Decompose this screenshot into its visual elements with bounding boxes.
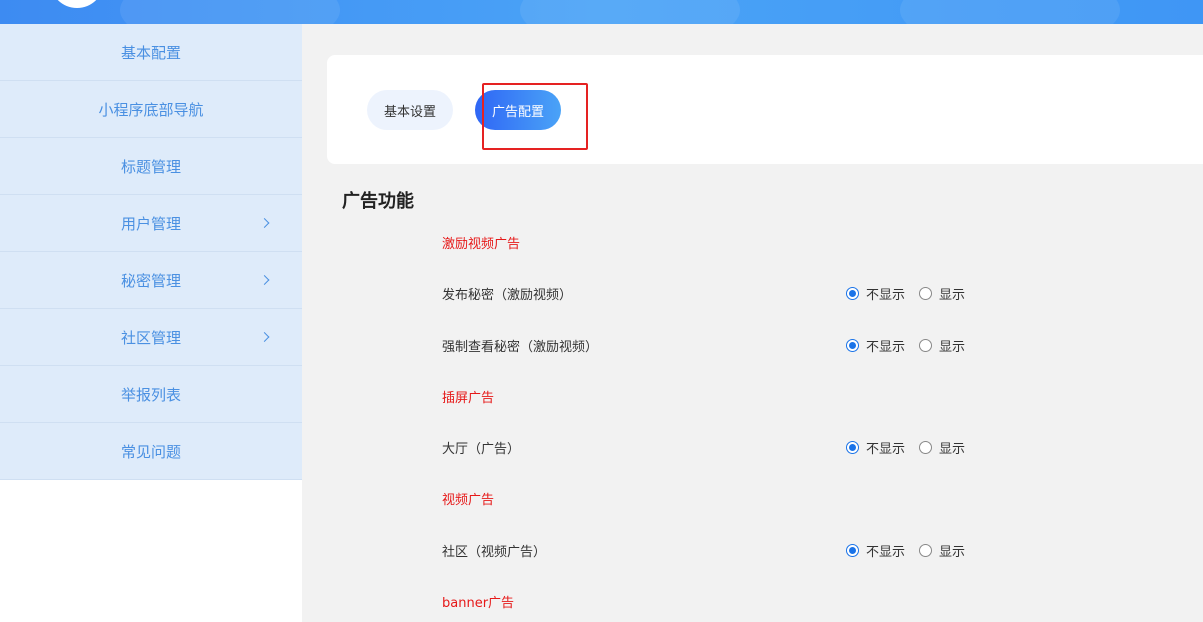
setting-label: 大厅（广告） bbox=[442, 442, 521, 457]
radio-hide[interactable]: 不显示 bbox=[846, 284, 905, 303]
radio-show[interactable]: 显示 bbox=[919, 336, 965, 355]
radio-unchecked-icon[interactable] bbox=[919, 339, 933, 352]
sidebar-item-community-management[interactable]: 社区管理 bbox=[0, 309, 302, 366]
radio-group: 不显示 显示 bbox=[846, 541, 979, 560]
radio-group: 不显示 显示 bbox=[846, 284, 979, 303]
sidebar-item-label: 用户管理 bbox=[120, 214, 181, 233]
radio-unchecked-icon[interactable] bbox=[919, 544, 933, 557]
main-content: 基本设置 广告配置 广告功能 激励视频广告 发布秘密（激励视频） 不显示 显示 … bbox=[302, 24, 1203, 622]
sidebar-item-user-management[interactable]: 用户管理 bbox=[0, 195, 302, 252]
header-decoration bbox=[120, 0, 340, 24]
radio-group: 不显示 显示 bbox=[846, 438, 979, 457]
tab-card: 基本设置 广告配置 bbox=[327, 55, 1203, 164]
setting-label: 社区（视频广告） bbox=[442, 545, 547, 560]
radio-hide[interactable]: 不显示 bbox=[846, 438, 905, 457]
chevron-right-icon bbox=[259, 332, 270, 342]
sidebar-item-faq[interactable]: 常见问题 bbox=[0, 423, 302, 480]
sidebar: 基本配置 小程序底部导航 标题管理 用户管理 秘密管理 社区管理 举报列表 常见… bbox=[0, 24, 302, 622]
sidebar-item-title-management[interactable]: 标题管理 bbox=[0, 138, 302, 195]
radio-label: 不显示 bbox=[866, 545, 906, 560]
radio-label: 显示 bbox=[939, 442, 966, 457]
radio-show[interactable]: 显示 bbox=[919, 541, 965, 560]
chevron-right-icon bbox=[259, 275, 270, 285]
radio-label: 显示 bbox=[939, 288, 966, 303]
sidebar-item-basic-config[interactable]: 基本配置 bbox=[0, 24, 302, 81]
radio-checked-icon[interactable] bbox=[846, 544, 859, 557]
tab-basic-settings[interactable]: 基本设置 bbox=[367, 90, 453, 130]
sidebar-item-label: 小程序底部导航 bbox=[98, 100, 204, 119]
radio-label: 显示 bbox=[939, 545, 966, 560]
radio-checked-icon[interactable] bbox=[846, 441, 859, 454]
radio-checked-icon[interactable] bbox=[846, 339, 859, 352]
radio-show[interactable]: 显示 bbox=[919, 284, 965, 303]
radio-group: 不显示 显示 bbox=[846, 336, 979, 355]
sidebar-item-label: 秘密管理 bbox=[120, 271, 181, 290]
group-title-interstitial: 插屏广告 bbox=[442, 391, 495, 406]
sidebar-item-label: 社区管理 bbox=[120, 328, 181, 347]
setting-label: 发布秘密（激励视频） bbox=[442, 288, 573, 303]
group-title-rewarded-video: 激励视频广告 bbox=[442, 237, 521, 252]
group-title-video-ad: 视频广告 bbox=[442, 493, 495, 508]
radio-label: 不显示 bbox=[866, 340, 906, 355]
chevron-right-icon bbox=[259, 218, 270, 228]
section-title: 广告功能 bbox=[342, 191, 414, 212]
radio-show[interactable]: 显示 bbox=[919, 438, 965, 457]
sidebar-item-label: 举报列表 bbox=[120, 385, 181, 404]
sidebar-item-label: 标题管理 bbox=[120, 157, 181, 176]
sidebar-item-label: 基本配置 bbox=[120, 43, 181, 62]
radio-hide[interactable]: 不显示 bbox=[846, 541, 905, 560]
radio-checked-icon[interactable] bbox=[846, 287, 859, 300]
radio-label: 不显示 bbox=[866, 442, 906, 457]
radio-label: 显示 bbox=[939, 340, 966, 355]
sidebar-item-bottom-nav[interactable]: 小程序底部导航 bbox=[0, 81, 302, 138]
header-decoration bbox=[520, 0, 740, 24]
group-title-banner: banner广告 bbox=[442, 596, 515, 611]
setting-label: 强制查看秘密（激励视频） bbox=[442, 340, 599, 355]
top-header-bar bbox=[0, 0, 1203, 24]
radio-unchecked-icon[interactable] bbox=[919, 287, 933, 300]
logo-avatar[interactable] bbox=[50, 0, 104, 8]
radio-unchecked-icon[interactable] bbox=[919, 441, 933, 454]
radio-hide[interactable]: 不显示 bbox=[846, 336, 905, 355]
radio-label: 不显示 bbox=[866, 288, 906, 303]
tab-ad-config[interactable]: 广告配置 bbox=[475, 90, 561, 130]
sidebar-item-report-list[interactable]: 举报列表 bbox=[0, 366, 302, 423]
sidebar-item-label: 常见问题 bbox=[120, 442, 181, 461]
header-decoration bbox=[900, 0, 1120, 24]
sidebar-item-secret-management[interactable]: 秘密管理 bbox=[0, 252, 302, 309]
